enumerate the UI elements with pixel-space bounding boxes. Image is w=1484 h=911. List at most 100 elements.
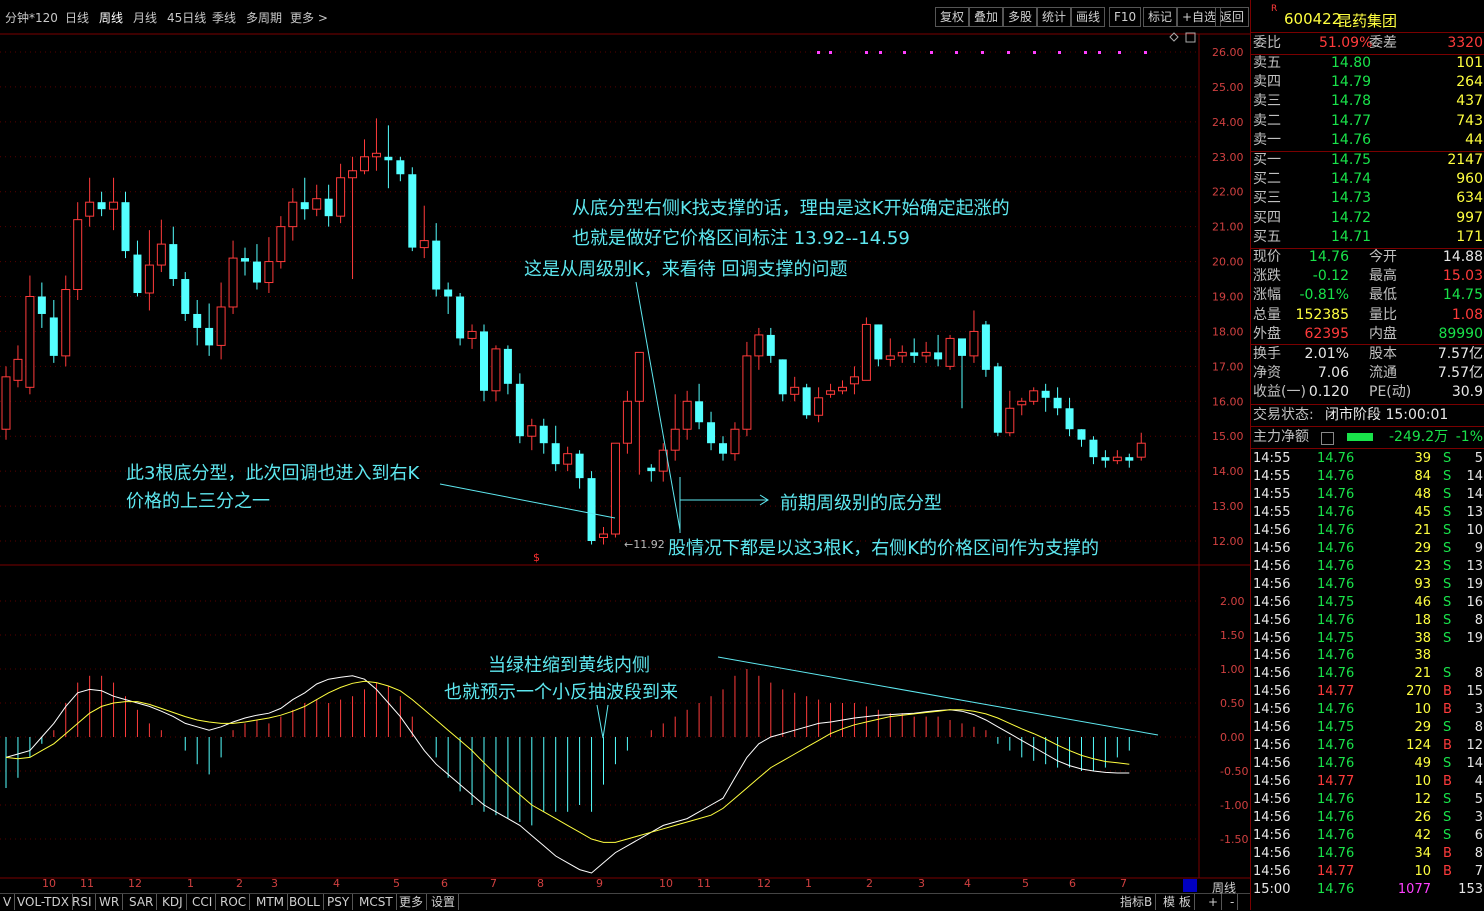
tick-row: 14:56 14.76 38 xyxy=(1253,648,1431,664)
candle-body xyxy=(348,170,358,179)
stock-name: 昆药集团 xyxy=(1337,12,1398,30)
candle-body xyxy=(1125,457,1134,461)
tab-roc[interactable]: ROC xyxy=(217,894,251,910)
tab-wr[interactable]: WR xyxy=(96,894,124,910)
candle-body xyxy=(910,352,919,356)
annotation-upper-third: 价格的上三分之一 xyxy=(126,491,270,512)
zoom-in-button[interactable]: + xyxy=(1205,894,1223,910)
tab-mtm[interactable]: MTM xyxy=(253,894,289,910)
tick-row: 14:56 14.76 10 B 3 xyxy=(1253,702,1483,718)
stock-code: 600422 xyxy=(1284,10,1342,28)
tab-boll[interactable]: BOLL xyxy=(286,894,324,910)
x-tick-label: 6 xyxy=(1069,877,1076,890)
candle-body xyxy=(121,202,130,252)
period-indicator: 周线 xyxy=(1212,881,1237,895)
candle-body xyxy=(551,443,560,465)
candle-body xyxy=(1089,439,1098,458)
candle-body xyxy=(300,202,309,210)
price-tick-label: 21.00 xyxy=(1212,221,1244,234)
tab-settings[interactable]: 设置 xyxy=(428,894,460,910)
candle-body xyxy=(432,240,441,290)
candle-body xyxy=(527,425,537,437)
candle-body xyxy=(707,422,716,444)
candle-body xyxy=(934,352,943,360)
candle-body xyxy=(742,355,752,430)
tab-cci[interactable]: CCI xyxy=(189,894,217,910)
tab-psy[interactable]: PSY xyxy=(324,894,354,910)
tab-v[interactable]: V xyxy=(0,894,16,910)
candle-body xyxy=(1,376,11,430)
tab-mcst[interactable]: MCST xyxy=(356,894,397,910)
x-tick-label: 2 xyxy=(236,877,243,890)
candle-body xyxy=(802,387,811,416)
candle-body xyxy=(444,289,453,297)
kline-chart[interactable]: 26.0025.0024.0023.0022.0021.0020.0019.00… xyxy=(0,0,1250,893)
price-tick-label: 17.00 xyxy=(1212,360,1244,373)
tab-rsi[interactable]: RSI xyxy=(69,894,96,910)
x-tick-label: 7 xyxy=(1120,877,1127,890)
book-row: 买三 14.73 634 xyxy=(1253,190,1483,207)
candle-body xyxy=(396,160,405,175)
candle-body xyxy=(491,348,501,392)
candle-body xyxy=(945,337,955,367)
tab-sar[interactable]: SAR xyxy=(126,894,158,910)
scroll-marker[interactable] xyxy=(1183,879,1197,892)
candle-body xyxy=(169,244,178,280)
zoom-out-button[interactable]: - xyxy=(1227,894,1239,910)
price-tick-label: 23.00 xyxy=(1212,151,1244,164)
price-tick-label: 14.00 xyxy=(1212,465,1244,478)
annotation-bottom-fractal: 此3根底分型，此次回调也进入到右K xyxy=(126,463,420,484)
x-tick-label: 11 xyxy=(80,877,94,890)
candle-body xyxy=(324,198,333,217)
price-tick-label: 16.00 xyxy=(1212,395,1244,408)
tick-row: 14:56 14.75 29 S 8 xyxy=(1253,720,1483,736)
flow-detail-icon xyxy=(1321,432,1334,445)
candle-body xyxy=(205,327,214,346)
macd-tick-label: -1.50 xyxy=(1220,833,1248,846)
candle-body xyxy=(419,240,429,249)
candle-body xyxy=(109,201,119,210)
candle-body xyxy=(276,226,286,263)
tick-row: 14:56 14.76 23 S 13 xyxy=(1253,558,1483,574)
candle-body xyxy=(1017,400,1027,406)
tick-row: 14:56 14.77 10 B 4 xyxy=(1253,774,1483,790)
flow-bar xyxy=(1347,433,1373,441)
candle-body xyxy=(610,442,620,535)
annotation-prior-fractal: 前期周级别的底分型 xyxy=(780,493,942,514)
book-row: 买五 14.71 171 xyxy=(1253,228,1483,245)
template-button[interactable]: 模 板 xyxy=(1160,894,1195,910)
tab-kdj[interactable]: KDJ xyxy=(159,894,187,910)
tick-row: 15:00 14.76 1077 153 xyxy=(1253,881,1483,897)
candle-body xyxy=(897,351,907,357)
x-tick-label: 2 xyxy=(866,877,873,890)
price-tick-label: 26.00 xyxy=(1212,46,1244,59)
annotation-right-k-support: 从底分型右侧K找支撑的话，理由是这K开始确定起涨的 xyxy=(572,198,1010,219)
x-tick-label: 9 xyxy=(596,877,603,890)
annotation-rebound: 也就预示一个小反抽波段到来 xyxy=(444,682,678,703)
candle-body xyxy=(133,254,142,294)
macd-tick-label: 0.00 xyxy=(1220,731,1245,744)
tab-vol-tdx[interactable]: VOL-TDX xyxy=(14,894,73,910)
indicator-tabs: V VOL-TDX RSI WR SAR KDJ CCI ROC MTM BOL… xyxy=(0,893,1250,911)
tick-row: 14:56 14.76 93 S 19 xyxy=(1253,576,1483,592)
tick-row: 14:56 14.76 21 S 10 xyxy=(1253,522,1483,538)
candle-body xyxy=(981,324,990,370)
tick-row: 14:56 14.76 29 S 9 xyxy=(1253,540,1483,556)
tab-more[interactable]: 更多 xyxy=(396,894,428,910)
tick-row: 14:56 14.76 124 B 12 xyxy=(1253,738,1483,754)
candle-body xyxy=(682,400,692,430)
candle-body xyxy=(156,243,166,266)
weibi-row: 委比 51.09% 委差 3320 xyxy=(1253,35,1483,51)
x-tick-label: 1 xyxy=(805,877,812,890)
candle-body xyxy=(1065,408,1074,430)
quote-panel: R 600422 昆药集团 委比 51.09% 委差 3320 卖五 14.80 1… xyxy=(1250,0,1484,910)
candle-body xyxy=(1053,397,1062,409)
tick-row: 14:56 14.77 10 B 7 xyxy=(1253,863,1483,879)
x-tick-label: 4 xyxy=(333,877,340,890)
dollar-marker-icon: $ xyxy=(533,551,540,564)
candle-body xyxy=(958,338,966,356)
tick-row: 14:56 14.76 12 S 5 xyxy=(1253,792,1483,808)
book-row: 买二 14.74 960 xyxy=(1253,171,1483,188)
candle-body xyxy=(384,156,393,161)
indicator-b-button[interactable]: 指标B xyxy=(1117,894,1157,910)
